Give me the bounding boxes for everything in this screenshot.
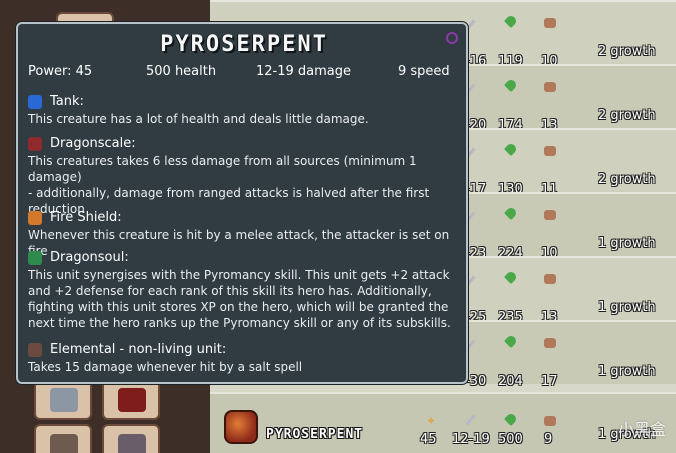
speed-stat: 9 speed [398, 64, 450, 79]
watermark-logo: 小黑盒 [617, 420, 666, 439]
damage-icon [465, 414, 476, 426]
unit-slot[interactable] [102, 378, 160, 420]
speed-icon [544, 338, 556, 348]
ability-description: This unit synergises with the Pyromancy … [28, 267, 464, 331]
tooltip-title: PYROSERPENT [160, 32, 328, 57]
speed-value: 9 [544, 432, 553, 447]
ability-title: Fire Shield: [50, 210, 122, 225]
speed-value: 17 [541, 374, 558, 389]
speed-icon [544, 274, 556, 284]
speed-icon [544, 210, 556, 220]
unit-slot[interactable] [102, 424, 160, 453]
ability-elemental: Elemental - non-living unit: Takes 15 da… [28, 342, 464, 375]
power-stat: Power: 45 [28, 64, 93, 79]
ability-title: Dragonsoul: [50, 250, 129, 265]
ability-line: next time the hero ranks up the Pyromanc… [28, 316, 451, 330]
unit-slot[interactable] [34, 378, 92, 420]
health-icon [503, 269, 519, 285]
ability-description: This creature has a lot of health and de… [28, 111, 464, 127]
growth-value: 2 growth [598, 172, 656, 187]
growth-value: 2 growth [598, 44, 656, 59]
close-icon[interactable] [446, 32, 458, 44]
growth-value: 2 growth [598, 108, 656, 123]
health-value: 204 [498, 374, 523, 389]
ability-line: This creature has a lot of health and de… [28, 112, 369, 126]
creature-row-pyroserpent[interactable]: PYROSERPENT ✦ 45 12-19 500 9 1 growth [210, 392, 676, 453]
damage-value: 12-19 [452, 432, 490, 447]
shield-icon [28, 94, 42, 109]
damage-stat: 12-19 damage [256, 64, 352, 79]
health-icon [503, 333, 519, 349]
speed-icon [544, 146, 556, 156]
speed-icon [544, 18, 556, 28]
unit-portrait-icon [118, 434, 146, 453]
ability-line: fighting with this unit stores XP on the… [28, 300, 449, 314]
creature-name: PYROSERPENT [266, 427, 364, 442]
ability-description: This creatures takes 6 less damage from … [28, 153, 464, 217]
unit-portrait-icon [118, 388, 146, 412]
ability-line: Takes 15 damage whenever hit by a salt s… [28, 360, 303, 374]
health-icon [503, 77, 519, 93]
power-value: 45 [420, 432, 437, 447]
health-icon [503, 141, 519, 157]
elemental-icon [28, 342, 42, 357]
ability-title: Tank: [50, 94, 84, 109]
ability-dragonscale: Dragonscale: This creatures takes 6 less… [28, 136, 464, 217]
tooltip-stats: Power: 45 500 health 12-19 damage 9 spee… [28, 64, 460, 82]
ability-title: Elemental - non-living unit: [50, 342, 227, 357]
dragonscale-icon [28, 136, 42, 151]
ability-line: - additionally, damage from ranged attac… [28, 186, 430, 200]
speed-icon [544, 82, 556, 92]
ability-line: This unit synergises with the Pyromancy … [28, 268, 450, 282]
health-icon [503, 205, 519, 221]
power-icon: ✦ [426, 414, 437, 428]
growth-value: 1 growth [598, 364, 656, 379]
health-stat: 500 health [146, 64, 217, 79]
speed-icon [544, 416, 556, 426]
ability-tank: Tank: This creature has a lot of health … [28, 94, 464, 127]
fire-shield-icon [28, 210, 42, 225]
ability-title: Dragonscale: [50, 136, 136, 151]
creature-tooltip: PYROSERPENT Power: 45 500 health 12-19 d… [16, 22, 468, 384]
unit-portrait-icon [50, 434, 78, 453]
dragonsoul-icon [28, 250, 42, 265]
health-value: 500 [498, 432, 523, 447]
health-icon [503, 411, 519, 427]
damage-value: -30 [465, 374, 487, 389]
growth-value: 1 growth [598, 300, 656, 315]
unit-slot[interactable] [34, 424, 92, 453]
unit-portrait-icon [50, 388, 78, 412]
ability-line: and +2 defense for each rank of this ski… [28, 284, 432, 298]
pyroserpent-sprite-icon [224, 410, 258, 444]
growth-value: 1 growth [598, 236, 656, 251]
ability-dragonsoul: Dragonsoul: This unit synergises with th… [28, 250, 464, 331]
health-icon [503, 13, 519, 29]
ability-line: This creatures takes 6 less damage from … [28, 154, 417, 184]
ability-description: Takes 15 damage whenever hit by a salt s… [28, 359, 464, 375]
